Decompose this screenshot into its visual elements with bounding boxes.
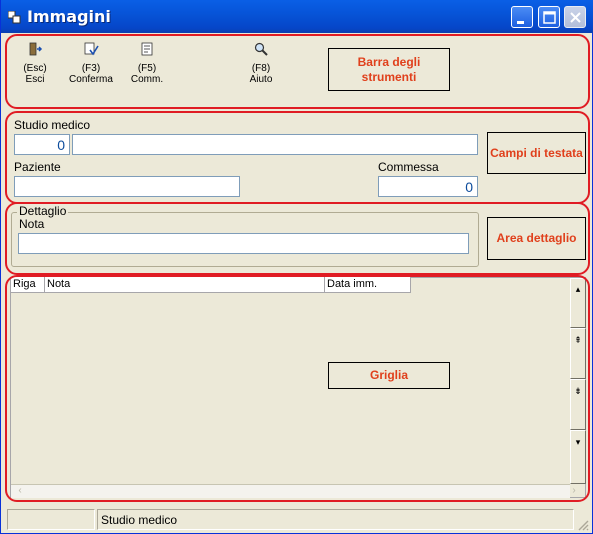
callout-detail: Area dettaglio — [487, 217, 586, 260]
window-icon — [8, 11, 21, 24]
close-button[interactable] — [564, 6, 586, 28]
minimize-button[interactable] — [511, 6, 533, 28]
callout-header: Campi di testata — [487, 132, 586, 174]
minimize-icon — [517, 21, 524, 24]
title-bar[interactable]: Immagini — [1, 0, 593, 33]
window-title: Immagini — [27, 7, 111, 26]
close-icon — [570, 12, 581, 23]
maximize-icon — [543, 11, 556, 24]
toolbar-region-outline — [5, 34, 590, 109]
main-window: Immagini (Esc) Esci (F3) Conferma (F5) C… — [0, 0, 593, 534]
maximize-button[interactable] — [538, 6, 560, 28]
resize-grip-icon[interactable] — [575, 517, 590, 532]
status-panel-1 — [7, 509, 95, 530]
callout-grid: Griglia — [328, 362, 450, 389]
status-bar: Studio medico — [5, 509, 590, 532]
callout-toolbar: Barra degli strumenti — [328, 48, 450, 91]
status-panel-2: Studio medico — [97, 509, 574, 530]
grid-region-outline — [5, 275, 590, 502]
